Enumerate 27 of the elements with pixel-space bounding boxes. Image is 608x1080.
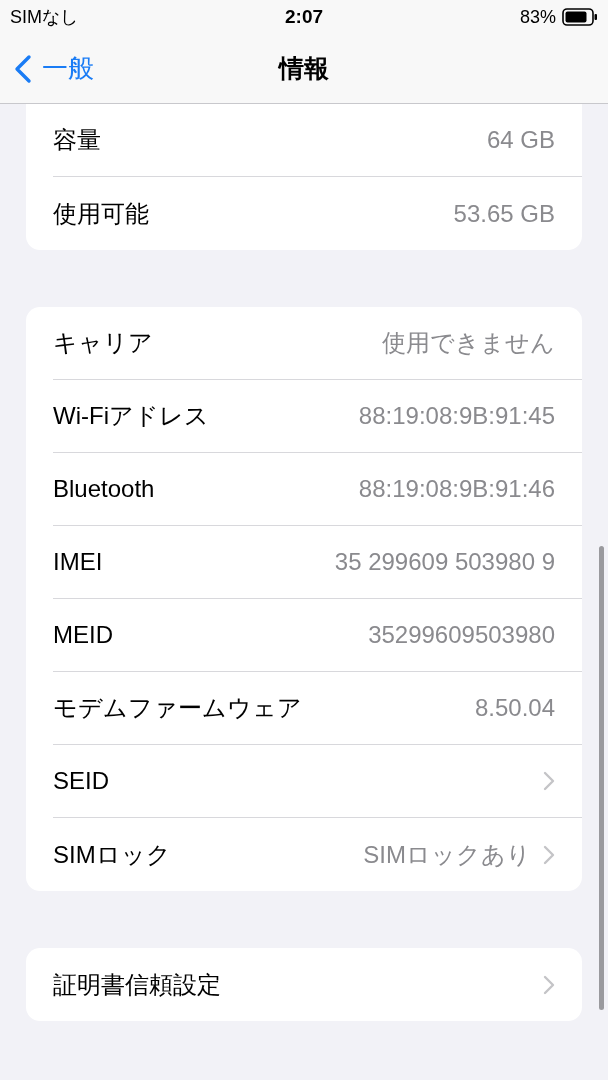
page-title: 情報 <box>279 52 329 84</box>
battery-icon <box>562 8 598 26</box>
time-text: 2:07 <box>285 4 323 29</box>
row-label: SEID <box>53 766 109 796</box>
carrier-text: SIMなし <box>10 5 78 29</box>
row-label: Wi-Fiアドレス <box>53 401 209 431</box>
row-label: 容量 <box>53 125 101 155</box>
row-value: 35 299609 503980 9 <box>334 547 555 577</box>
row-value: 使用できません <box>382 328 555 358</box>
row-label: キャリア <box>53 328 153 358</box>
row-value: SIMロックあり <box>363 839 531 870</box>
row-value: 88:19:08:9B:91:46 <box>358 474 555 504</box>
row-value: 64 GB <box>486 125 555 155</box>
row-label: Bluetooth <box>53 474 155 504</box>
row-value: 8.50.04 <box>474 693 555 723</box>
chevron-left-icon <box>14 53 32 84</box>
row-value: 35299609503980 <box>368 620 555 650</box>
battery-percent: 83% <box>519 5 556 29</box>
row-label: IMEI <box>53 547 103 577</box>
row-label: 証明書信頼設定 <box>53 969 221 1000</box>
row-label: MEID <box>53 620 113 650</box>
row-value: 88:19:08:9B:91:45 <box>358 401 555 431</box>
row-label: モデムファームウェア <box>53 693 302 723</box>
row-label: SIMロック <box>53 839 171 870</box>
row-value: 53.65 GB <box>453 198 555 229</box>
row-label: 使用可能 <box>53 198 149 229</box>
back-button[interactable]: 一般 <box>0 49 94 88</box>
